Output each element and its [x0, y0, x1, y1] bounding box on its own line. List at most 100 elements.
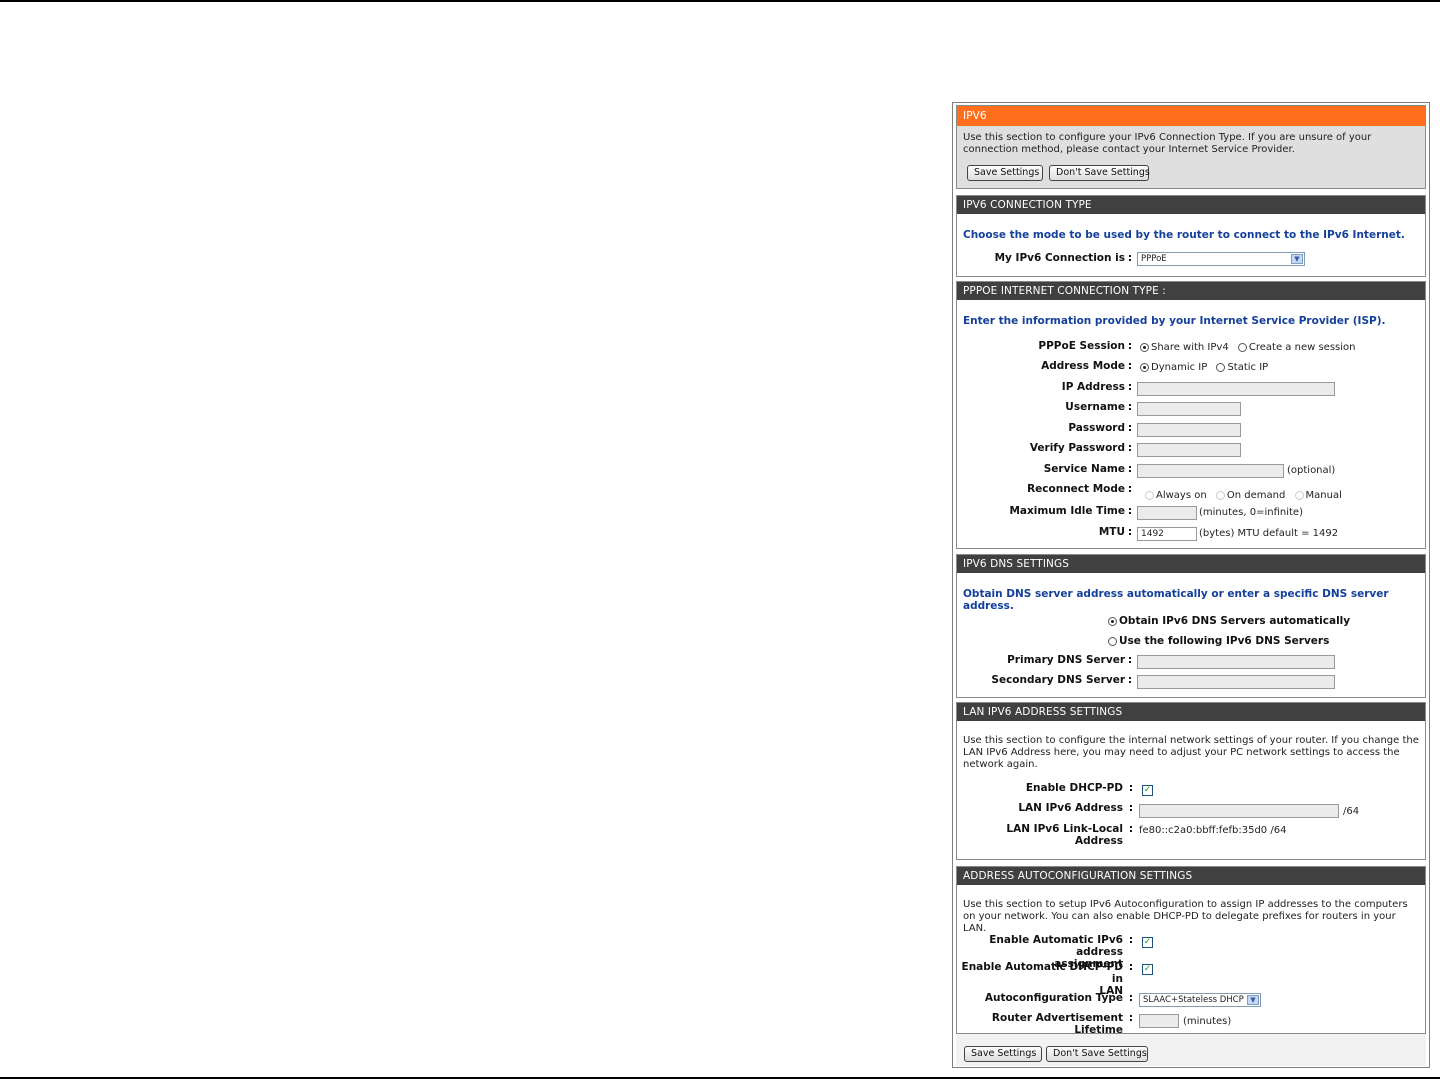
autoconfig-type-label: Autoconfiguration Type — [984, 992, 1123, 1004]
primary-dns-row: Primary DNS Server : — [957, 654, 1427, 672]
footer-dont-save-settings-button[interactable]: Don't Save Settings — [1046, 1046, 1148, 1062]
connection-type-row: My IPv6 Connection is : PPPoE ▼ — [957, 252, 1427, 270]
dns-manual-label: Use the following IPv6 DNS Servers — [1119, 635, 1330, 647]
autoconfig-section: ADDRESS AUTOCONFIGURATION SETTINGS Use t… — [956, 866, 1426, 1036]
service-name-row: Service Name : (optional) — [957, 463, 1427, 481]
max-idle-input[interactable] — [1137, 506, 1197, 520]
ipv6-intro-section: IPV6 Use this section to configure your … — [956, 105, 1426, 189]
mtu-row: MTU : 1492 (bytes) MTU default = 1492 — [957, 526, 1427, 544]
on-demand-label: On demand — [1226, 490, 1286, 501]
service-name-colon: : — [1127, 463, 1133, 475]
lan-header: LAN IPV6 ADDRESS SETTINGS — [957, 703, 1425, 721]
verify-password-row: Verify Password : — [957, 442, 1427, 460]
password-input[interactable] — [1137, 423, 1241, 437]
dns-header: IPV6 DNS SETTINGS — [957, 555, 1425, 573]
connection-type-select[interactable]: PPPoE ▼ — [1137, 252, 1305, 266]
save-settings-button[interactable]: Save Settings — [967, 165, 1043, 181]
ipv6-description: Use this section to configure your IPv6 … — [963, 132, 1372, 155]
autoconfig-header: ADDRESS AUTOCONFIGURATION SETTINGS — [957, 867, 1425, 885]
primary-dns-input[interactable] — [1137, 655, 1335, 669]
ip-address-colon: : — [1127, 381, 1133, 393]
address-mode-row: Address Mode : Dynamic IP Static IP — [957, 360, 1427, 378]
lan-address-row: LAN IPv6 Address : /64 — [957, 802, 1427, 820]
connection-type-section: IPV6 CONNECTION TYPE Choose the mode to … — [956, 195, 1426, 277]
dns-manual-row: Use the following IPv6 DNS Servers — [957, 633, 1427, 651]
dns-auto-radio[interactable] — [1108, 616, 1117, 626]
secondary-dns-row: Secondary DNS Server : — [957, 674, 1427, 692]
autoconfig-type-select[interactable]: SLAAC+Stateless DHCP ▼ — [1139, 993, 1261, 1007]
chevron-down-icon[interactable]: ▼ — [1247, 995, 1259, 1005]
share-ipv4-label: Share with IPv4 — [1151, 342, 1229, 353]
autoconfig-type-value: SLAAC+Stateless DHCP — [1143, 995, 1244, 1005]
connection-type-header: IPV6 CONNECTION TYPE — [957, 196, 1425, 214]
ip-address-row: IP Address : — [957, 381, 1427, 399]
ipv6-settings-panel: IPV6 Use this section to configure your … — [952, 102, 1430, 1068]
lan-section: LAN IPV6 ADDRESS SETTINGS Use this secti… — [956, 702, 1426, 860]
max-idle-hint: (minutes, 0=infinite) — [1199, 507, 1303, 518]
static-ip-radio[interactable] — [1216, 362, 1226, 372]
mtu-input[interactable]: 1492 — [1137, 527, 1197, 541]
top-rule — [0, 0, 1440, 2]
always-on-radio[interactable] — [1145, 490, 1154, 500]
password-row: Password : — [957, 422, 1427, 440]
ra-lifetime-hint: (minutes) — [1183, 1016, 1232, 1027]
link-local-label: LAN IPv6 Link-Local Address — [1006, 823, 1123, 847]
secondary-dns-input[interactable] — [1137, 675, 1335, 689]
max-idle-colon: : — [1127, 505, 1133, 517]
ra-lifetime-input[interactable] — [1139, 1014, 1179, 1028]
new-session-label: Create a new session — [1248, 342, 1356, 353]
mtu-label: MTU — [1098, 526, 1125, 538]
footer-button-bar: Save Settings Don't Save Settings — [956, 1033, 1426, 1066]
autoconfig-type-colon: : — [1128, 992, 1134, 1004]
connection-type-instruction: Choose the mode to be used by the router… — [963, 229, 1405, 241]
autoconfig-description: Use this section to setup IPv6 Autoconfi… — [963, 899, 1408, 934]
ra-lifetime-row: Router Advertisement Lifetime : (minutes… — [957, 1012, 1427, 1036]
manual-label: Manual — [1305, 490, 1342, 501]
mtu-hint: (bytes) MTU default = 1492 — [1199, 528, 1339, 539]
footer-save-settings-button[interactable]: Save Settings — [964, 1046, 1042, 1062]
dns-auto-label: Obtain IPv6 DNS Servers automatically — [1119, 615, 1351, 627]
reconnect-mode-colon: : — [1127, 483, 1133, 495]
username-input[interactable] — [1137, 402, 1241, 416]
share-ipv4-radio[interactable] — [1140, 342, 1149, 352]
reconnect-mode-options: Always on On demand Manual — [1145, 490, 1342, 501]
ip-address-input[interactable] — [1137, 382, 1335, 396]
autoconfig-type-row: Autoconfiguration Type : SLAAC+Stateless… — [957, 992, 1427, 1010]
link-local-value: fe80::c2a0:bbff:fefb:35d0 /64 — [1139, 825, 1287, 836]
pppoe-session-row: PPPoE Session : Share with IPv4 Create a… — [957, 340, 1427, 358]
on-demand-radio[interactable] — [1215, 490, 1225, 500]
dns-manual-radio[interactable] — [1108, 636, 1117, 646]
service-name-input[interactable] — [1137, 464, 1284, 478]
ip-address-label: IP Address — [1061, 381, 1125, 393]
username-label: Username — [1065, 401, 1125, 413]
address-mode-options: Dynamic IP Static IP — [1140, 362, 1268, 373]
pppoe-header: PPPOE INTERNET CONNECTION TYPE : — [957, 282, 1425, 300]
verify-password-label: Verify Password — [1029, 442, 1125, 454]
max-idle-row: Maximum Idle Time : (minutes, 0=infinite… — [957, 505, 1427, 523]
dhcp-pd-colon: : — [1128, 782, 1134, 794]
mtu-colon: : — [1127, 526, 1133, 538]
password-label: Password — [1068, 422, 1125, 434]
lan-address-input[interactable] — [1139, 804, 1339, 818]
ra-lifetime-colon: : — [1128, 1012, 1134, 1024]
reconnect-mode-label: Reconnect Mode — [1027, 483, 1125, 495]
auto-dhcp-label-line1: Enable Automatic DHCP-PD in — [961, 961, 1123, 985]
verify-password-colon: : — [1127, 442, 1133, 454]
primary-dns-label: Primary DNS Server — [1007, 654, 1125, 666]
auto-dhcp-checkbox[interactable]: ✓ — [1142, 964, 1153, 975]
dhcp-pd-checkbox[interactable]: ✓ — [1142, 785, 1153, 796]
service-name-label: Service Name — [1043, 463, 1125, 475]
dns-manual-option: Use the following IPv6 DNS Servers — [1108, 635, 1329, 647]
new-session-radio[interactable] — [1237, 342, 1247, 352]
always-on-label: Always on — [1156, 490, 1207, 501]
chevron-down-icon[interactable]: ▼ — [1291, 254, 1303, 264]
manual-radio[interactable] — [1294, 490, 1304, 500]
dont-save-settings-button[interactable]: Don't Save Settings — [1049, 165, 1150, 181]
dynamic-ip-radio[interactable] — [1140, 362, 1149, 372]
secondary-dns-label: Secondary DNS Server — [991, 674, 1125, 686]
auto-assign-row: Enable Automatic IPv6 address assignment… — [957, 934, 1427, 970]
auto-assign-checkbox[interactable]: ✓ — [1142, 937, 1153, 948]
verify-password-input[interactable] — [1137, 443, 1241, 457]
service-name-hint: (optional) — [1287, 465, 1336, 476]
link-local-colon: : — [1128, 823, 1134, 835]
